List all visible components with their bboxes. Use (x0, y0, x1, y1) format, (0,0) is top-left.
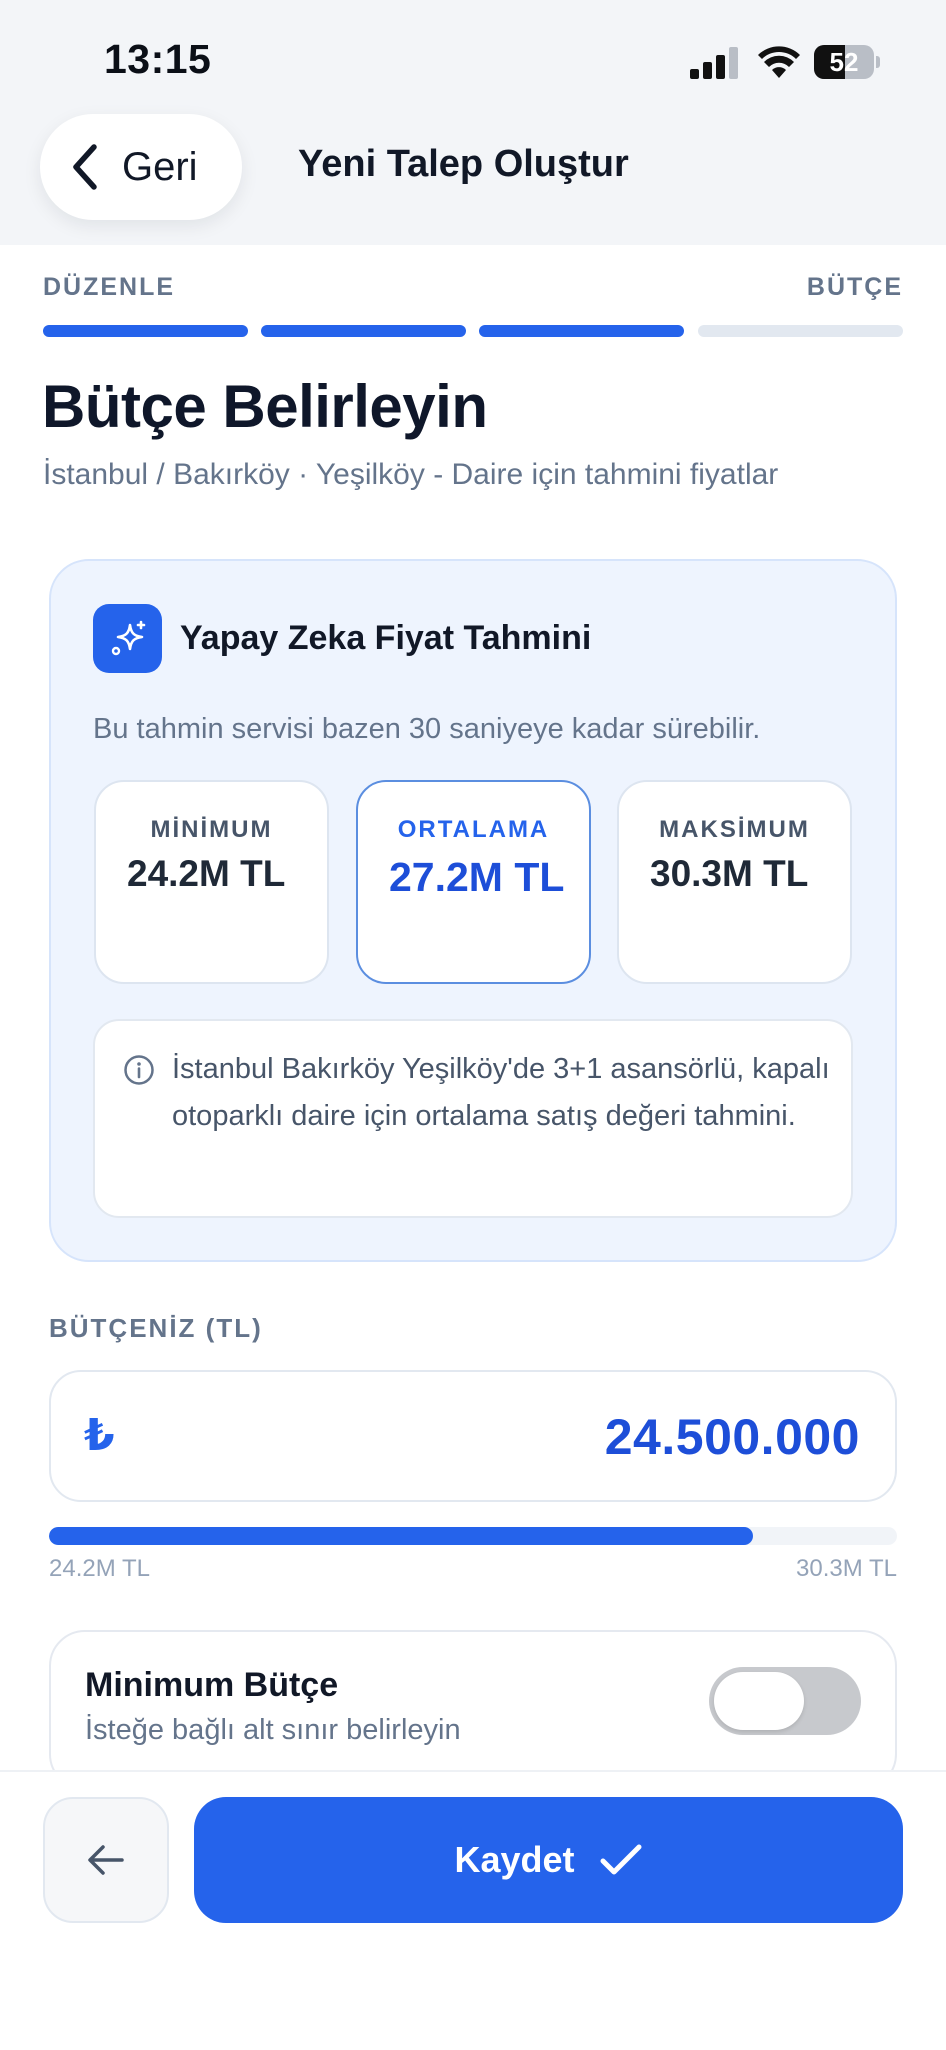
minimum-budget-subtitle: İsteğe bağlı alt sınır belirleyin (85, 1714, 461, 1746)
budget-range-slider[interactable] (49, 1527, 897, 1545)
ai-estimate-title: Yapay Zeka Fiyat Tahmini (180, 619, 592, 657)
check-icon (600, 1844, 642, 1875)
lira-icon: ₺ (84, 1411, 115, 1460)
toggle-knob (714, 1672, 804, 1730)
sparkles-icon (111, 620, 145, 655)
ai-badge (93, 604, 162, 673)
minimum-budget-title: Minimum Bütçe (85, 1666, 339, 1704)
price-card-label: MAKSİMUM (659, 816, 810, 843)
stepper-end-label: BÜTÇE (806, 273, 903, 301)
cellular-signal-icon (690, 47, 738, 79)
status-time: 13:15 (104, 36, 212, 82)
back-button-label: Geri (122, 144, 198, 189)
price-card-maximum[interactable]: MAKSİMUM 30.3M TL (617, 780, 852, 984)
price-card-label: ORTALAMA (397, 816, 550, 843)
price-card-value: 30.3M TL (650, 853, 809, 894)
budget-range-fill (49, 1527, 753, 1545)
arrow-left-icon (88, 1845, 124, 1875)
stepper-start-label: DÜZENLE (43, 273, 176, 301)
ai-estimate-note: Bu tahmin servisi bazen 30 saniyeye kada… (93, 713, 761, 745)
estimate-info-text: İstanbul Bakırköy Yeşilköy'de 3+1 asansö… (172, 1053, 830, 1132)
stepper-segment (261, 325, 466, 337)
price-card-value: 24.2M TL (127, 853, 286, 894)
price-card-label: MİNİMUM (150, 816, 273, 843)
price-card-average[interactable]: ORTALAMA 27.2M TL (356, 780, 591, 984)
battery-percentage: 52 (829, 47, 859, 77)
budget-input-value[interactable]: 24.500.000 (605, 1408, 860, 1466)
stepper-segment (43, 325, 248, 337)
save-button-label: Kaydet (454, 1839, 575, 1880)
budget-label: BÜTÇENİZ (TL) (49, 1313, 263, 1343)
price-card-minimum[interactable]: MİNİMUM 24.2M TL (94, 780, 329, 984)
range-min-label: 24.2M TL (49, 1555, 150, 1582)
info-circle-icon (124, 1055, 154, 1085)
chevron-left-icon (73, 144, 97, 190)
wifi-icon (758, 46, 800, 78)
stepper-segment (479, 325, 684, 337)
save-button[interactable]: Kaydet (194, 1797, 903, 1923)
range-max-label: 30.3M TL (796, 1555, 897, 1582)
minimum-budget-toggle[interactable] (709, 1667, 861, 1735)
battery-icon: 52 (814, 45, 880, 79)
back-button[interactable]: Geri (40, 114, 242, 220)
page-subtitle: İstanbul / Bakırköy · Yeşilköy - Daire i… (43, 458, 779, 491)
previous-step-button[interactable] (43, 1797, 169, 1923)
price-card-value: 27.2M TL (389, 854, 565, 900)
stepper-segment (698, 325, 903, 337)
page-title: Bütçe Belirleyin (42, 373, 488, 440)
page-header-title: Yeni Talep Oluştur (298, 143, 629, 185)
